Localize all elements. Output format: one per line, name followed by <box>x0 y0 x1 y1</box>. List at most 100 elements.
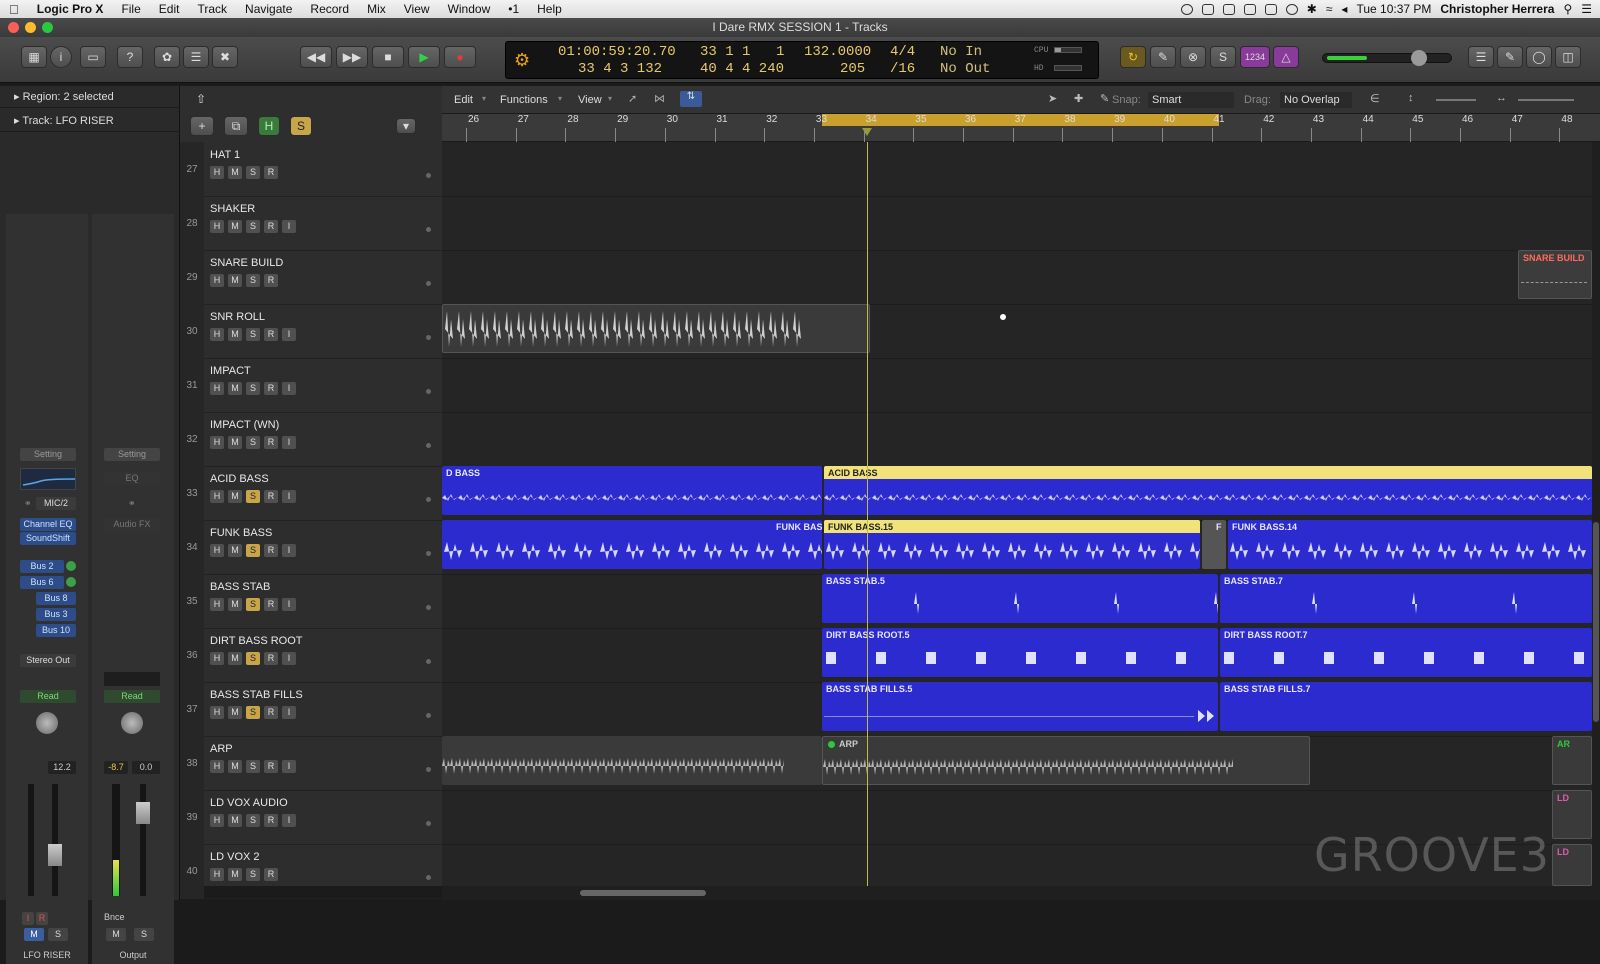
mute-button[interactable]: M <box>228 814 242 827</box>
hide-button[interactable]: H <box>210 760 224 773</box>
setting-button[interactable]: Setting <box>104 448 160 461</box>
mute-button[interactable]: M <box>228 166 242 179</box>
mute-button[interactable]: M <box>228 220 242 233</box>
pan-knob[interactable] <box>36 712 58 734</box>
track-header[interactable]: 32 IMPACT (WN) H M S RI <box>180 412 442 467</box>
menu-help[interactable]: Help <box>528 2 571 16</box>
region-funk-bass-14[interactable]: FUNK BASS.14 <box>1228 520 1592 569</box>
add-track-button[interactable]: + <box>190 116 214 136</box>
mute-button[interactable]: M <box>228 274 242 287</box>
menu-edit-local[interactable]: Edit <box>454 94 473 106</box>
record-enable-button[interactable]: R <box>264 760 278 773</box>
track-header[interactable]: 38 ARP H M S RI <box>180 736 442 791</box>
mute-button[interactable]: M <box>228 490 242 503</box>
volume-icon[interactable]: ◂ <box>1341 2 1347 16</box>
region-arp-left[interactable] <box>442 736 822 785</box>
bluetooth-icon[interactable]: ✱ <box>1307 2 1317 16</box>
track-name[interactable]: HAT 1 <box>210 149 240 161</box>
close-button[interactable] <box>8 22 19 33</box>
track-header[interactable]: 40 LD VOX 2 H M S R <box>180 844 442 899</box>
track-name[interactable]: LD VOX AUDIO <box>210 797 288 809</box>
lcd-gear-icon[interactable]: ⚙ <box>514 50 530 72</box>
region-bass-stab-fills-7[interactable]: BASS STAB FILLS.7 <box>1220 682 1592 731</box>
global-solo-button[interactable]: S <box>290 116 312 136</box>
toolbar-icon[interactable]: ▭ <box>80 46 106 68</box>
record-enable-button[interactable]: R <box>264 544 278 557</box>
automation-icon[interactable]: ⇅ <box>680 91 702 107</box>
time-machine-icon[interactable] <box>1285 3 1298 15</box>
forward-button[interactable]: ▶▶ <box>336 46 368 68</box>
mute-button[interactable]: M <box>228 706 242 719</box>
vertical-zoom-slider[interactable] <box>1436 99 1476 101</box>
mute-button[interactable]: M <box>106 928 126 941</box>
mute-button[interactable]: M <box>228 868 242 881</box>
region-dirt-bass-root-7[interactable]: DIRT BASS ROOT.7 <box>1220 628 1592 677</box>
send-slot-bus3[interactable]: Bus 3 <box>36 608 76 621</box>
track-header[interactable]: 27 HAT 1 H M S R <box>180 142 442 197</box>
spotlight-icon[interactable]: ⚲ <box>1563 2 1572 16</box>
dropbox-icon[interactable] <box>1243 3 1256 15</box>
bounce-button[interactable]: Bnce <box>104 912 125 922</box>
track-name[interactable]: SNR ROLL <box>210 311 265 323</box>
track-name[interactable]: SNARE BUILD <box>210 257 283 269</box>
vertical-scrollbar[interactable] <box>1592 142 1600 886</box>
solo-button[interactable]: S <box>246 166 260 179</box>
send-slot-bus10[interactable]: Bus 10 <box>36 624 76 637</box>
solo-button[interactable]: S <box>246 436 260 449</box>
record-enable-button[interactable]: R <box>264 166 278 179</box>
mute-button[interactable]: M <box>228 436 242 449</box>
region-funk-bass-15-selected[interactable]: FUNK BASS.15 <box>824 520 1200 569</box>
automation-mode[interactable]: Read <box>20 690 76 703</box>
user-name[interactable]: Christopher Herrera <box>1440 2 1554 16</box>
setting-button[interactable]: Setting <box>20 448 76 461</box>
input-monitor-button[interactable]: I <box>282 382 296 395</box>
status-icon[interactable] <box>1201 3 1214 15</box>
hide-button[interactable]: H <box>210 706 224 719</box>
record-enable-button[interactable]: R <box>264 598 278 611</box>
bar-ruler[interactable]: 26 27 28 29 30 31 32 33 34 35 36 37 38 39 40 41 42 43 44 45… <box>442 114 1600 142</box>
region-bass-stab-5[interactable]: BASS STAB.5 <box>822 574 1218 623</box>
region-ld-vox-2[interactable]: LD <box>1552 844 1592 886</box>
track-lane[interactable] <box>442 196 1592 251</box>
track-name[interactable]: FUNK BASS <box>210 527 272 539</box>
playhead[interactable] <box>867 142 868 886</box>
help-icon[interactable]: ? <box>117 46 143 68</box>
playhead-marker-icon[interactable] <box>862 128 872 136</box>
header-options-icon[interactable]: ▾ <box>396 118 416 134</box>
record-enable-button[interactable]: R <box>264 868 278 881</box>
fader-cap[interactable] <box>48 844 62 866</box>
menu-navigate[interactable]: Navigate <box>236 2 301 16</box>
menu-functions[interactable]: Functions <box>500 94 548 106</box>
input-monitor-button[interactable]: I <box>282 706 296 719</box>
status-icon[interactable] <box>1264 3 1277 15</box>
hide-button[interactable]: H <box>210 436 224 449</box>
volume-fader[interactable] <box>48 784 62 896</box>
stop-button[interactable]: ■ <box>372 46 404 68</box>
record-enable-button[interactable]: R <box>264 490 278 503</box>
status-icon[interactable] <box>1222 3 1235 15</box>
tracks-area[interactable]: SNARE BUILD D BASS ACID BASS FUNK BAS FU… <box>442 142 1592 886</box>
track-lane[interactable] <box>442 250 1592 305</box>
solo-button[interactable]: S <box>246 814 260 827</box>
hide-button[interactable]: H <box>210 652 224 665</box>
input-monitor-button[interactable]: I <box>282 490 296 503</box>
input-monitor-button[interactable]: I <box>22 912 34 925</box>
input-monitor-button[interactable]: I <box>282 814 296 827</box>
pan-knob[interactable] <box>121 712 143 734</box>
mute-button[interactable]: M <box>228 760 242 773</box>
track-inspector-header[interactable]: ▸ Track: LFO RISER <box>0 110 180 132</box>
notepad-icon[interactable]: ✎ <box>1497 46 1523 68</box>
link-icon[interactable]: ⚭ <box>128 498 136 509</box>
track-name[interactable]: SHAKER <box>210 203 255 215</box>
hide-toggle-button[interactable]: H <box>258 116 280 136</box>
waveform-zoom-icon[interactable]: ∈ <box>1370 92 1380 105</box>
hide-button[interactable]: H <box>210 274 224 287</box>
menu-track[interactable]: Track <box>188 2 236 16</box>
rewind-button[interactable]: ◀◀ <box>300 46 332 68</box>
record-enable-button[interactable]: R <box>264 382 278 395</box>
loop-browser-icon[interactable]: ◯ <box>1526 46 1552 68</box>
smart-controls-icon[interactable]: ✿ <box>154 46 180 68</box>
record-enable-button[interactable]: R <box>264 706 278 719</box>
send-knob-icon[interactable] <box>66 561 76 571</box>
notification-icon[interactable]: ☰ <box>1581 2 1592 16</box>
